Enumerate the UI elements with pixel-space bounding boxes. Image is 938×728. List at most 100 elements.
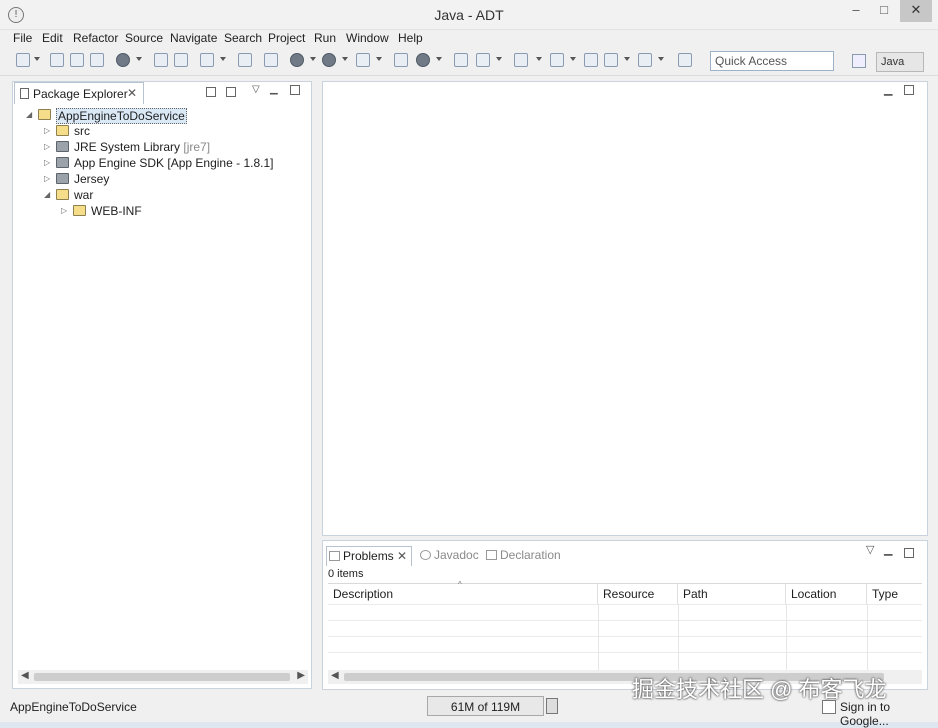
expanded-arrow-icon[interactable]: ◢ [26,110,32,119]
external-tools-icon[interactable] [356,53,370,67]
collapsed-arrow-icon[interactable]: ▷ [44,142,50,151]
minimize-button[interactable]: – [842,0,870,22]
chevron-down-icon[interactable] [310,57,316,61]
menu-source[interactable]: Source [125,31,163,45]
chevron-down-icon[interactable] [376,57,382,61]
save-all-icon[interactable] [70,53,84,67]
chevron-down-icon[interactable] [658,57,664,61]
sign-in-google[interactable]: Sign in to Google... [822,700,938,728]
back-icon[interactable] [604,53,618,67]
lint-icon[interactable] [238,53,252,67]
minimize-view-icon[interactable]: ▁ [270,84,278,95]
java-perspective-button[interactable]: Java [876,52,924,72]
tree-node-appengine-sdk[interactable]: ▷ App Engine SDK [App Engine - 1.8.1] [44,156,274,170]
scroll-left-icon[interactable]: ◀ [21,670,29,681]
device-icon[interactable] [174,53,188,67]
open-perspective-icon[interactable] [852,54,866,68]
grid-icon[interactable] [394,53,408,67]
print-icon[interactable] [90,53,104,67]
scrollbar-thumb[interactable] [34,673,290,681]
menu-file[interactable]: File [13,31,32,45]
scroll-right-icon[interactable]: ▶ [297,670,305,681]
column-resource[interactable]: Resource [598,584,678,604]
tab-declaration[interactable]: Declaration [484,546,564,566]
close-icon[interactable]: ✕ [127,86,137,100]
open-type-icon[interactable] [454,53,468,67]
menu-edit[interactable]: Edit [42,31,63,45]
chevron-down-icon[interactable] [436,57,442,61]
chevron-down-icon[interactable] [496,57,502,61]
maximize-button[interactable]: □ [870,0,898,22]
next-annotation-icon[interactable] [550,53,564,67]
tab-problems[interactable]: Problems ✕ [326,546,412,566]
tree-node-war[interactable]: ◢ war [44,188,144,202]
tab-javadoc-label: Javadoc [434,548,479,562]
chevron-down-icon[interactable] [536,57,542,61]
maximize-view-icon[interactable] [904,548,914,558]
collapsed-arrow-icon[interactable]: ▷ [44,126,50,135]
close-button[interactable]: ✕ [900,0,932,22]
expanded-arrow-icon[interactable]: ◢ [44,190,50,199]
column-location[interactable]: Location [786,584,867,604]
minimize-view-icon[interactable]: ▁ [884,543,892,556]
checkbox-icon[interactable] [200,53,214,67]
google-icon[interactable] [416,53,430,67]
menu-refactor[interactable]: Refactor [73,31,118,45]
chevron-down-icon[interactable] [570,57,576,61]
menu-help[interactable]: Help [398,31,423,45]
tab-declaration-label: Declaration [500,548,561,562]
quick-access-input[interactable]: Quick Access [710,51,834,71]
collapsed-arrow-icon[interactable]: ▷ [44,158,50,167]
tree-node-src[interactable]: ▷ src [44,124,144,138]
tab-package-explorer[interactable]: Package Explorer ✕ [14,82,144,104]
chevron-down-icon[interactable] [624,57,630,61]
collapse-all-icon[interactable] [206,87,216,97]
collapsed-arrow-icon[interactable]: ▷ [61,206,67,215]
run-icon[interactable] [322,53,336,67]
search-icon[interactable] [476,53,490,67]
column-description[interactable]: Description ^ [328,580,598,604]
menu-run[interactable]: Run [314,31,336,45]
chevron-down-icon[interactable] [34,57,40,61]
forward-icon[interactable] [638,53,652,67]
menu-window[interactable]: Window [346,31,389,45]
link-with-editor-icon[interactable] [226,87,236,97]
new-icon[interactable] [16,53,30,67]
tree-node-jre[interactable]: ▷ JRE System Library [jre7] [44,140,244,154]
column-path[interactable]: Path [678,584,786,604]
package-explorer-hscrollbar[interactable]: ◀ ▶ [18,670,308,684]
save-icon[interactable] [50,53,64,67]
heap-status[interactable]: 61M of 119M [427,696,544,716]
last-edit-icon[interactable] [584,53,598,67]
android-sdk-icon[interactable] [116,53,130,67]
close-icon[interactable]: ✕ [397,549,407,563]
tree-node-jersey[interactable]: ▷ Jersey [44,172,144,186]
pin-icon[interactable] [264,53,278,67]
menu-search[interactable]: Search [224,31,262,45]
editor-area[interactable] [322,81,928,536]
chevron-down-icon[interactable] [342,57,348,61]
collapsed-arrow-icon[interactable]: ▷ [44,174,50,183]
menu-navigate[interactable]: Navigate [170,31,217,45]
watermark: 掘金技术社区 @ 布客飞龙 [632,677,887,702]
tree-node-project[interactable]: ◢ AppEngineToDoService [26,108,206,124]
project-folder-icon [38,109,51,120]
tree-node-web-inf[interactable]: ▷ WEB-INF [61,204,161,218]
menu-project[interactable]: Project [268,31,305,45]
view-menu-icon[interactable]: ▽ [866,543,874,556]
pin-editor-icon[interactable] [678,53,692,67]
tab-javadoc[interactable]: Javadoc [418,546,480,566]
maximize-view-icon[interactable] [290,85,300,95]
download-icon[interactable] [154,53,168,67]
chevron-down-icon[interactable] [220,57,226,61]
debug-icon[interactable] [290,53,304,67]
minimize-editor-icon[interactable]: ▁ [884,83,892,96]
chevron-down-icon[interactable] [136,57,142,61]
problems-count: 0 items [328,568,364,580]
scroll-left-icon[interactable]: ◀ [331,670,339,681]
maximize-editor-icon[interactable] [904,85,914,95]
trash-icon[interactable] [546,698,558,714]
view-menu-icon[interactable]: ▽ [252,84,260,95]
column-type[interactable]: Type [867,584,922,604]
annotation-icon[interactable] [514,53,528,67]
